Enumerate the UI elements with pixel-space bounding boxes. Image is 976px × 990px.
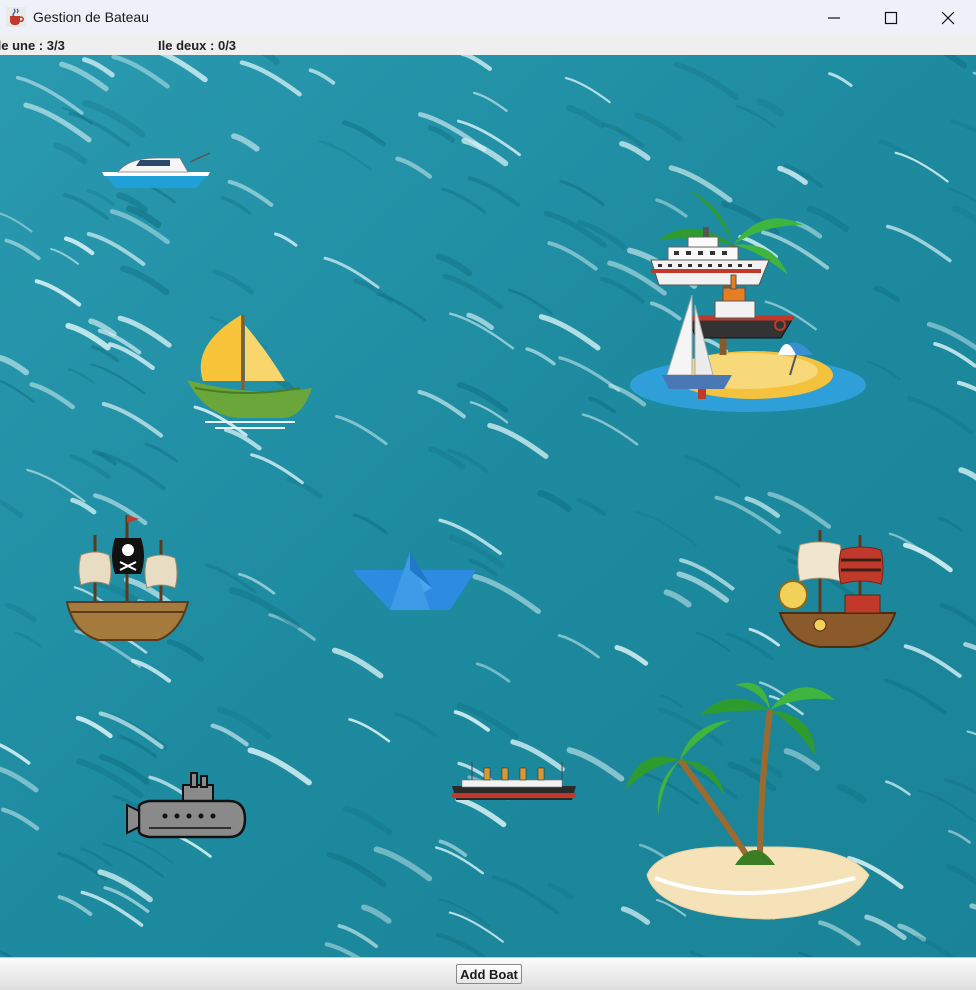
- sunny-ship-sprite: [775, 525, 900, 650]
- close-icon: [941, 11, 955, 25]
- paper-boat-sprite: [350, 552, 478, 612]
- add-boat-button[interactable]: Add Boat: [456, 964, 522, 984]
- liner-ship-sprite: [450, 760, 578, 802]
- minimize-icon: [828, 17, 840, 19]
- footer-bar: Add Boat: [0, 957, 976, 990]
- status-bar: Ile une : 3/3 Ile deux : 0/3: [0, 36, 976, 55]
- maximize-icon: [884, 11, 898, 25]
- island-two: [625, 680, 870, 920]
- window-title: Gestion de Bateau: [33, 9, 149, 25]
- close-button[interactable]: [919, 0, 976, 36]
- island-one-count: Ile une : 3/3: [0, 38, 65, 53]
- sea-canvas[interactable]: [0, 55, 976, 957]
- island-two-count: Ile deux : 0/3: [158, 38, 237, 53]
- java-cup-icon: [6, 7, 26, 27]
- title-bar: Gestion de Bateau: [0, 0, 976, 36]
- speedboat-sprite: [100, 150, 212, 190]
- minimize-button[interactable]: [805, 0, 863, 36]
- maximize-button[interactable]: [862, 0, 920, 36]
- small-sailboat-sprite: [662, 290, 734, 400]
- submarine-sprite: [125, 770, 247, 840]
- yellow-sailboat-sprite: [185, 310, 313, 435]
- pirate-ship-sprite: [65, 510, 190, 642]
